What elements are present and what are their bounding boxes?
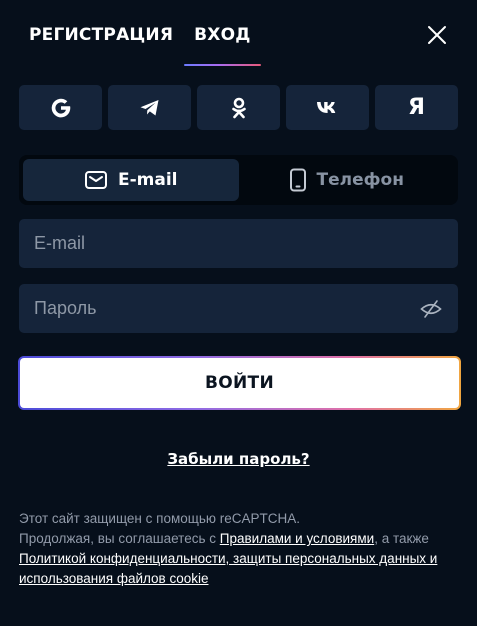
terms-suffix: , а также	[374, 531, 429, 546]
terms-notice: Продолжая, вы соглашаетесь с Правилами и…	[19, 529, 449, 549]
google-login-button[interactable]	[19, 85, 102, 130]
login-method-switcher: E-mail Телефон	[19, 155, 458, 205]
login-button-border: ВОЙТИ	[18, 356, 461, 410]
odnoklassniki-icon	[231, 97, 246, 118]
email-field[interactable]	[34, 233, 443, 254]
tab-register[interactable]: РЕГИСТРАЦИЯ	[29, 25, 173, 56]
close-icon	[428, 26, 446, 44]
method-email-button[interactable]: E-mail	[23, 159, 239, 201]
password-field[interactable]	[34, 298, 419, 319]
password-field-wrapper	[19, 284, 458, 333]
telegram-icon	[140, 99, 158, 115]
envelope-icon	[84, 171, 107, 189]
odnoklassniki-login-button[interactable]	[197, 85, 280, 130]
close-button[interactable]	[426, 24, 448, 46]
phone-icon	[289, 168, 306, 192]
login-button[interactable]: ВОЙТИ	[20, 358, 459, 408]
yandex-icon: Я	[408, 95, 425, 120]
vk-icon	[316, 101, 335, 113]
vk-login-button[interactable]	[286, 85, 369, 130]
method-phone-button[interactable]: Телефон	[239, 159, 455, 201]
forgot-password-row: Забыли пароль?	[0, 450, 477, 469]
yandex-login-button[interactable]: Я	[375, 85, 458, 130]
legal-text: Этот сайт защищен с помощью reCAPTCHA. П…	[19, 509, 449, 589]
auth-tabs: РЕГИСТРАЦИЯ ВХОД	[29, 25, 262, 66]
eye-off-icon[interactable]	[419, 297, 443, 321]
email-field-wrapper	[19, 219, 458, 268]
recaptcha-notice: Этот сайт защищен с помощью reCAPTCHA.	[19, 511, 301, 526]
method-email-label: E-mail	[117, 170, 178, 190]
telegram-login-button[interactable]	[108, 85, 191, 130]
terms-prefix: Продолжая, вы соглашаетесь с	[19, 531, 220, 546]
terms-link[interactable]: Правилами и условиями	[220, 531, 374, 546]
google-icon	[51, 98, 70, 117]
method-phone-label: Телефон	[316, 170, 404, 190]
social-login-row: Я	[19, 85, 458, 130]
privacy-policy-link[interactable]: Политикой конфиденциальности, защиты пер…	[19, 551, 437, 586]
tab-login[interactable]: ВХОД	[184, 25, 262, 66]
forgot-password-link[interactable]: Забыли пароль?	[167, 450, 309, 468]
